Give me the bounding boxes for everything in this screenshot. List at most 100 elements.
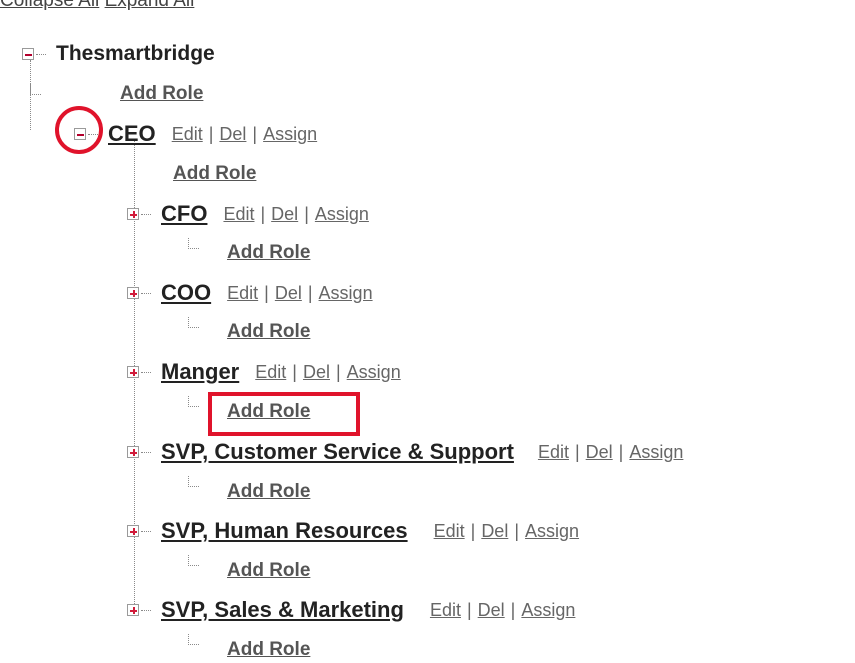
add-role-link[interactable]: Add Role bbox=[227, 319, 310, 345]
cfo-add-role-connector bbox=[188, 238, 199, 249]
svp-customer-service-add-role-row: Add Role bbox=[227, 479, 310, 505]
assign-link[interactable]: Assign bbox=[319, 283, 373, 303]
branch-stub bbox=[141, 451, 151, 453]
branch-stub bbox=[36, 53, 46, 55]
edit-link[interactable]: Edit bbox=[227, 283, 258, 303]
assign-link[interactable]: Assign bbox=[347, 362, 401, 382]
tree-controls: Collapse All Expand All bbox=[0, 0, 194, 12]
root-add-role-row: Add Role bbox=[120, 81, 203, 107]
highlight-circle-annotation bbox=[55, 106, 103, 154]
tree-node-manger: Manger Edit | Del | Assign bbox=[127, 359, 401, 385]
del-link[interactable]: Del bbox=[586, 442, 613, 462]
branch-stub bbox=[141, 371, 151, 373]
add-role-link[interactable]: Add Role bbox=[173, 161, 256, 187]
root-add-role-connector bbox=[30, 84, 41, 95]
role-actions: Edit | Del | Assign bbox=[434, 518, 579, 544]
separator: | bbox=[574, 442, 580, 462]
branch-stub bbox=[141, 609, 151, 611]
add-role-link[interactable]: Add Role bbox=[227, 479, 310, 505]
branch-stub bbox=[141, 213, 151, 215]
assign-link[interactable]: Assign bbox=[315, 204, 369, 224]
separator: | bbox=[618, 442, 624, 462]
del-link[interactable]: Del bbox=[481, 521, 508, 541]
edit-link[interactable]: Edit bbox=[255, 362, 286, 382]
expand-toggle-icon[interactable] bbox=[127, 446, 139, 458]
add-role-link[interactable]: Add Role bbox=[120, 81, 203, 107]
tree-node-ceo: CEO Edit | Del | Assign bbox=[74, 121, 317, 147]
expand-toggle-icon[interactable] bbox=[127, 287, 139, 299]
del-link[interactable]: Del bbox=[303, 362, 330, 382]
separator: | bbox=[466, 600, 472, 620]
separator: | bbox=[514, 521, 520, 541]
assign-link[interactable]: Assign bbox=[521, 600, 575, 620]
del-link[interactable]: Del bbox=[271, 204, 298, 224]
cfo-add-role-row: Add Role bbox=[227, 240, 310, 266]
tree-node-svp-human-resources: SVP, Human Resources Edit | Del | Assign bbox=[127, 518, 579, 544]
svp-sm-add-role-connector bbox=[188, 634, 199, 645]
assign-link[interactable]: Assign bbox=[629, 442, 683, 462]
role-link-ceo[interactable]: CEO bbox=[108, 121, 156, 147]
collapse-toggle-icon[interactable] bbox=[22, 48, 34, 60]
separator: | bbox=[510, 600, 516, 620]
role-actions: Edit | Del | Assign bbox=[223, 201, 368, 227]
tree-node-svp-sales-marketing: SVP, Sales & Marketing Edit | Del | Assign bbox=[127, 597, 575, 623]
branch-stub bbox=[141, 530, 151, 532]
role-actions: Edit | Del | Assign bbox=[255, 359, 400, 385]
role-actions: Edit | Del | Assign bbox=[538, 439, 683, 465]
svp-sales-marketing-add-role-row: Add Role bbox=[227, 637, 310, 663]
collapse-all-link[interactable]: Collapse All bbox=[0, 0, 99, 11]
svp-cs-add-role-connector bbox=[188, 476, 199, 487]
separator: | bbox=[304, 204, 309, 224]
highlight-box-annotation bbox=[208, 392, 360, 436]
ceo-add-role-row: Add Role bbox=[173, 161, 256, 187]
expand-toggle-icon[interactable] bbox=[127, 604, 139, 616]
role-actions: Edit | Del | Assign bbox=[430, 597, 575, 623]
edit-link[interactable]: Edit bbox=[430, 600, 461, 620]
separator: | bbox=[470, 521, 476, 541]
role-link-svp-human-resources[interactable]: SVP, Human Resources bbox=[161, 518, 408, 544]
del-link[interactable]: Del bbox=[219, 124, 246, 144]
del-link[interactable]: Del bbox=[275, 283, 302, 303]
manger-add-role-connector bbox=[188, 396, 199, 407]
edit-link[interactable]: Edit bbox=[172, 124, 203, 144]
coo-add-role-row: Add Role bbox=[227, 319, 310, 345]
svp-human-resources-add-role-row: Add Role bbox=[227, 558, 310, 584]
role-link-manger[interactable]: Manger bbox=[161, 359, 239, 385]
separator: | bbox=[260, 204, 266, 224]
expand-toggle-icon[interactable] bbox=[127, 525, 139, 537]
add-role-link[interactable]: Add Role bbox=[227, 240, 310, 266]
add-role-link[interactable]: Add Role bbox=[227, 637, 310, 663]
role-actions: Edit | Del | Assign bbox=[227, 280, 372, 306]
edit-link[interactable]: Edit bbox=[434, 521, 465, 541]
tree-node-cfo: CFO Edit | Del | Assign bbox=[127, 201, 369, 227]
add-role-link[interactable]: Add Role bbox=[227, 558, 310, 584]
edit-link[interactable]: Edit bbox=[223, 204, 254, 224]
separator: | bbox=[252, 124, 258, 144]
separator: | bbox=[208, 124, 214, 144]
tree-node-svp-customer-service: SVP, Customer Service & Support Edit | Del… bbox=[127, 439, 683, 465]
separator: | bbox=[264, 283, 269, 303]
root-connector-line bbox=[30, 60, 31, 130]
svp-hr-add-role-connector bbox=[188, 555, 199, 566]
expand-all-link[interactable]: Expand All bbox=[105, 0, 195, 11]
separator: | bbox=[307, 283, 313, 303]
root-role-label: Thesmartbridge bbox=[56, 42, 215, 65]
separator: | bbox=[335, 362, 341, 382]
tree-node-root: Thesmartbridge bbox=[22, 41, 215, 67]
expand-toggle-icon[interactable] bbox=[127, 208, 139, 220]
del-link[interactable]: Del bbox=[478, 600, 505, 620]
separator: | bbox=[292, 362, 297, 382]
role-link-coo[interactable]: COO bbox=[161, 280, 211, 306]
expand-toggle-icon[interactable] bbox=[127, 366, 139, 378]
role-link-cfo[interactable]: CFO bbox=[161, 201, 207, 227]
assign-link[interactable]: Assign bbox=[525, 521, 579, 541]
edit-link[interactable]: Edit bbox=[538, 442, 569, 462]
assign-link[interactable]: Assign bbox=[263, 124, 317, 144]
role-link-svp-customer-service[interactable]: SVP, Customer Service & Support bbox=[161, 439, 514, 465]
role-hierarchy-page: Collapse All Expand All Thesmartbridge A… bbox=[0, 0, 855, 663]
role-actions: Edit | Del | Assign bbox=[172, 121, 317, 147]
coo-add-role-connector bbox=[188, 317, 199, 328]
branch-stub bbox=[141, 292, 151, 294]
tree-node-coo: COO Edit | Del | Assign bbox=[127, 280, 373, 306]
role-link-svp-sales-marketing[interactable]: SVP, Sales & Marketing bbox=[161, 597, 404, 623]
